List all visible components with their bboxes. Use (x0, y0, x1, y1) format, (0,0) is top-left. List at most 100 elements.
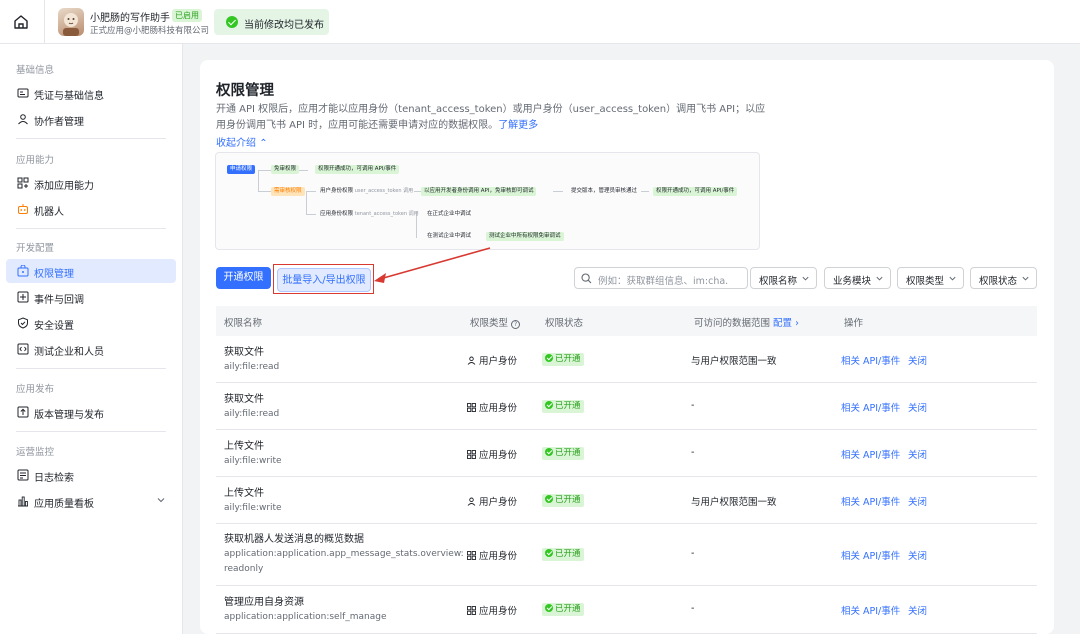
permissions-panel: 权限管理 开通 API 权限后，应用才能以应用身份（tenant_access_… (200, 60, 1054, 634)
th-scope: 可访问的数据范围 配置 › (694, 315, 799, 329)
filter-permission-type[interactable]: 权限类型 (897, 267, 964, 289)
table-row: 上传文件 aily:file:write 用户身份 已开通 与用户权限范围一致 … (216, 477, 1037, 524)
permission-name: 上传文件 (224, 441, 264, 452)
flow-test-debug: 在测试企业中调试 (427, 233, 472, 239)
data-scope: 与用户权限范围一致 (691, 356, 777, 367)
sidebar-item-label: 权限管理 (34, 269, 74, 280)
status-badge: 已开通 (542, 548, 584, 561)
table-header: 权限名称 权限类型 ? 权限状态 可访问的数据范围 配置 › 操作 (216, 306, 1037, 336)
permission-code: aily:file:write (224, 456, 282, 466)
search-input[interactable]: 例如：获取群组信息、im:cha... (574, 267, 748, 289)
collapse-intro-link[interactable]: 收起介绍 ⌃ (216, 134, 268, 149)
enable-permission-button[interactable]: 开通权限 (216, 267, 271, 289)
user-icon (467, 356, 476, 365)
help-icon[interactable]: ? (511, 320, 521, 329)
status-badge: 已开通 (542, 447, 584, 460)
check-circle-icon (545, 549, 553, 557)
permission-code: aily:file:write (224, 503, 282, 513)
sidebar-item-events[interactable]: 事件与回调 (6, 285, 176, 309)
table-row: 管理应用自身资源 application:application:self_ma… (216, 586, 1037, 634)
sidebar-item-label: 日志检索 (34, 473, 74, 484)
status-badge: 已开通 (542, 353, 584, 366)
close-permission-link[interactable]: 关闭 (908, 400, 927, 414)
flow-line (306, 191, 307, 214)
flow-no-review-result: 权限开通成功，可调用 API/事件 (315, 165, 400, 174)
related-api-link[interactable]: 相关 API/事件 (841, 353, 900, 367)
filter-label: 权限类型 (906, 276, 945, 287)
sidebar-item-credentials[interactable]: 凭证与基础信息 (6, 81, 176, 105)
sidebar-divider (16, 368, 166, 369)
permission-flow-diagram: 申请权限 免审权限 权限开通成功，可调用 API/事件 需审核权限 用户身份权限… (215, 152, 760, 250)
permission-type: 用户身份 (467, 353, 517, 367)
permission-code: application:application.app_message_stat… (224, 549, 464, 574)
flow-line (306, 191, 316, 192)
sidebar-divider (16, 138, 166, 139)
related-api-link[interactable]: 相关 API/事件 (841, 494, 900, 508)
check-circle-icon (545, 401, 553, 409)
permission-code: aily:file:read (224, 409, 280, 419)
close-permission-link[interactable]: 关闭 (908, 494, 927, 508)
permission-code: application:application:self_manage (224, 612, 387, 622)
status-badge: 已开通 (542, 400, 584, 413)
filter-permission-name[interactable]: 权限名称 (750, 267, 817, 289)
user-icon (18, 114, 28, 125)
flow-line (306, 214, 316, 215)
search-icon (581, 273, 592, 284)
table-row: 获取机器人发送消息的概览数据 application:application.a… (216, 524, 1037, 586)
related-api-link[interactable]: 相关 API/事件 (841, 447, 900, 461)
th-ops: 操作 (844, 318, 864, 329)
sidebar-item-test-org[interactable]: 测试企业和人员 (6, 337, 176, 361)
th-type-label: 权限类型 (470, 318, 509, 329)
data-scope: - (691, 548, 695, 559)
bar-chart-icon (18, 496, 28, 507)
annotation-arrow-icon (374, 247, 491, 283)
chevron-down-icon (802, 276, 809, 281)
app-grid-icon (467, 606, 476, 615)
search-placeholder: 例如：获取群组信息、im:cha... (598, 276, 728, 287)
sidebar-item-collaborators[interactable]: 协作者管理 (6, 107, 176, 131)
sidebar-item-add-capability[interactable]: 添加应用能力 (6, 171, 176, 195)
filter-business-module[interactable]: 业务模块 (824, 267, 891, 289)
sidebar-item-security[interactable]: 安全设置 (6, 311, 176, 335)
app-status-badge: 已启用 (172, 9, 202, 22)
related-api-link[interactable]: 相关 API/事件 (841, 548, 900, 562)
sidebar-item-quality[interactable]: 应用质量看板 (6, 489, 176, 513)
flow-line (553, 191, 563, 192)
filter-permission-status[interactable]: 权限状态 (970, 267, 1037, 289)
close-permission-link[interactable]: 关闭 (908, 548, 927, 562)
permission-type-label: 应用身份 (479, 450, 518, 461)
sidebar-item-logs[interactable]: 日志检索 (6, 463, 176, 487)
sidebar-item-robot[interactable]: 机器人 (6, 197, 176, 221)
app-name: 小肥肠的写作助手 (90, 13, 170, 24)
close-permission-link[interactable]: 关闭 (908, 353, 927, 367)
flow-tenant-perm: 应用身份权限 tenant_access_token 调用 (317, 210, 422, 219)
sidebar-section-dev: 开发配置 (16, 243, 55, 254)
related-api-link[interactable]: 相关 API/事件 (841, 400, 900, 414)
permission-name: 获取机器人发送消息的概览数据 (224, 534, 364, 545)
status-label: 已开通 (555, 401, 581, 411)
data-scope: - (691, 447, 695, 458)
sidebar-item-versions[interactable]: 版本管理与发布 (6, 400, 176, 424)
sidebar-item-permissions[interactable]: 权限管理 (6, 259, 176, 283)
app-avatar[interactable] (58, 8, 84, 36)
learn-more-link[interactable]: 了解更多 (498, 120, 538, 131)
related-api-link[interactable]: 相关 API/事件 (841, 603, 900, 617)
data-scope: - (691, 603, 695, 614)
close-permission-link[interactable]: 关闭 (908, 447, 927, 461)
permission-type: 应用身份 (467, 400, 517, 414)
flow-review: 需审核权限 (271, 187, 305, 196)
app-grid-icon (467, 403, 476, 412)
close-permission-link[interactable]: 关闭 (908, 603, 927, 617)
table-row: 获取文件 aily:file:read 应用身份 已开通 - 相关 API/事件… (216, 383, 1037, 430)
description-text: 开通 API 权限后，应用才能以应用身份（tenant_access_token… (216, 104, 766, 131)
permission-name: 上传文件 (224, 488, 264, 499)
scope-config-link[interactable]: 配置 › (773, 318, 799, 329)
robot-icon (18, 204, 28, 214)
home-icon[interactable] (12, 13, 30, 31)
chevron-down-icon (949, 276, 956, 281)
permission-type-label: 应用身份 (479, 606, 518, 617)
chevron-right-icon: › (795, 318, 799, 329)
permission-type-label: 应用身份 (479, 551, 518, 562)
sidebar-item-label: 事件与回调 (34, 295, 84, 306)
chevron-down-icon[interactable] (156, 495, 166, 505)
